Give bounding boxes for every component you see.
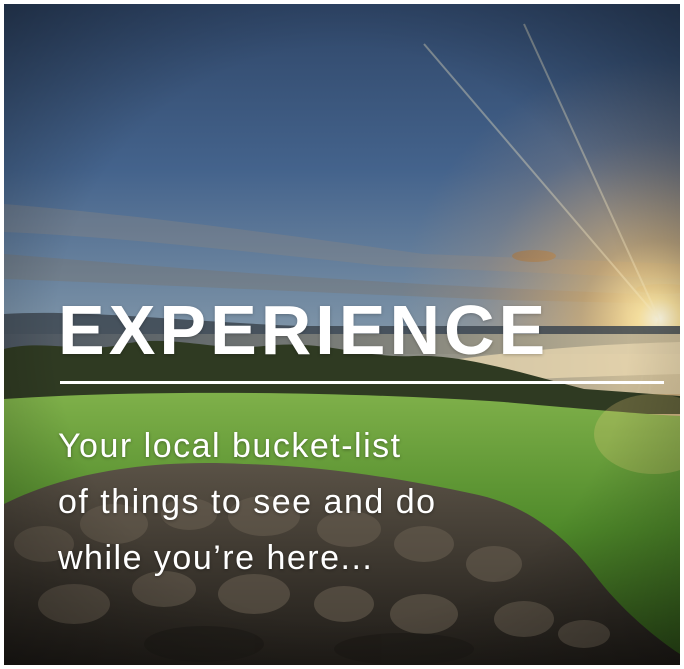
tagline-line: Your local bucket-list	[58, 427, 402, 465]
heading-divider	[60, 381, 664, 384]
experience-tagline: Your local bucket-list of things to see …	[58, 418, 618, 586]
experience-heading: EXPERIENCE	[58, 291, 550, 369]
tagline-line: of things to see and do	[58, 483, 437, 521]
experience-card[interactable]: EXPERIENCE Your local bucket-list of thi…	[4, 4, 680, 665]
tagline-line: while you’re here...	[58, 539, 374, 577]
